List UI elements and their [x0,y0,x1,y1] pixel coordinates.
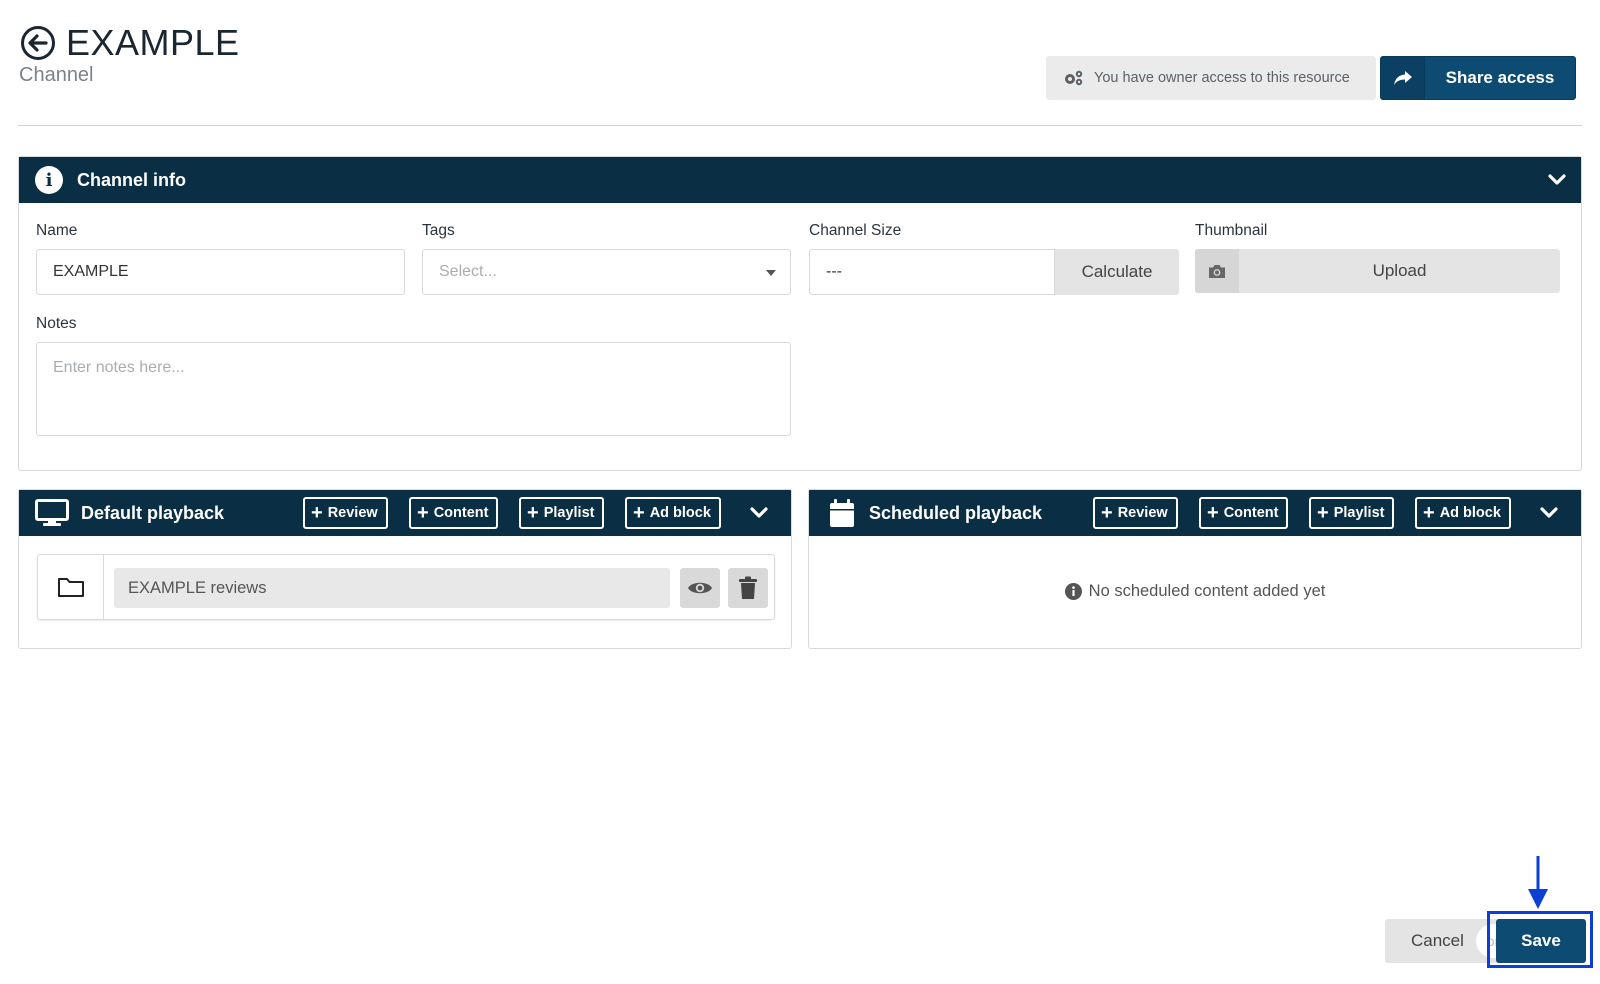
empty-state-message: No scheduled content added yet [809,582,1581,601]
default-add-review-label: Review [327,505,378,521]
plus-icon: + [311,502,323,524]
notes-textarea[interactable]: Enter notes here... [36,342,791,436]
page-title: EXAMPLE [66,22,240,63]
default-add-adblock-button[interactable]: + Ad block [625,497,721,529]
page-header: EXAMPLE Channel You have owner access to… [18,18,1582,126]
delete-button[interactable] [728,568,768,608]
default-playback-panel: Default playback + Review + Content + Pl… [18,489,792,649]
tags-select[interactable]: Select... [422,249,791,295]
title-row: EXAMPLE [20,22,240,64]
name-input-value: EXAMPLE [53,263,129,280]
plus-icon: + [527,502,539,524]
channel-size-input: --- [809,249,1055,295]
chevron-down-icon[interactable] [1539,503,1559,523]
annotation-arrow-icon [1528,856,1548,909]
plus-icon: + [633,502,645,524]
info-circle-icon [1064,583,1082,600]
share-access-button[interactable]: Share access [1380,56,1576,100]
monitor-icon [35,499,69,526]
plus-icon: + [1423,502,1435,524]
plus-icon: + [1317,502,1329,524]
default-add-content-label: Content [433,505,489,521]
scheduled-add-content-button[interactable]: + Content [1199,497,1289,529]
default-add-review-button[interactable]: + Review [303,497,388,529]
tags-placeholder: Select... [439,263,497,280]
upload-label: Upload [1372,261,1427,280]
info-icon: i [35,166,63,194]
plus-icon: + [417,502,429,524]
scheduled-add-adblock-button[interactable]: + Ad block [1415,497,1511,529]
playback-item-name: EXAMPLE reviews [114,568,670,608]
tags-label: Tags [422,222,455,239]
page-subtitle: Channel [19,64,94,86]
preview-button[interactable] [680,568,720,608]
scheduled-add-content-label: Content [1223,505,1279,521]
annotation-highlight-box [1487,911,1593,968]
default-add-content-button[interactable]: + Content [409,497,499,529]
scheduled-add-playlist-button[interactable]: + Playlist [1309,497,1395,529]
default-add-playlist-label: Playlist [543,505,595,521]
caret-down-icon [766,270,776,276]
calendar-icon [830,499,854,527]
channel-info-panel: i Channel info Name EXAMPLE Tags Select.… [18,156,1582,471]
thumbnail-label: Thumbnail [1195,222,1268,239]
cancel-label: Cancel [1411,931,1464,950]
name-input[interactable]: EXAMPLE [36,249,405,295]
folder-icon [38,555,104,619]
scheduled-playback-title: Scheduled playback [869,502,1043,523]
notes-placeholder: Enter notes here... [53,359,185,376]
empty-state-text: No scheduled content added yet [1088,582,1326,600]
back-arrow-icon[interactable] [20,25,56,61]
default-playback-title: Default playback [81,502,225,523]
default-add-playlist-button[interactable]: + Playlist [519,497,605,529]
owner-access-text: You have owner access to this resource [1094,70,1350,86]
share-access-label: Share access [1445,68,1555,87]
chevron-down-icon[interactable] [1547,170,1567,190]
owner-access-badge: You have owner access to this resource [1046,56,1376,100]
trash-icon [739,576,757,599]
channel-size-label: Channel Size [809,222,902,239]
scheduled-playback-panel: Scheduled playback + Review + Content + … [808,489,1582,649]
camera-icon [1195,249,1239,293]
channel-info-header[interactable]: i Channel info [19,157,1581,203]
chevron-down-icon[interactable] [749,503,769,523]
upload-thumbnail-button[interactable]: Upload [1195,249,1560,293]
plus-icon: + [1207,502,1219,524]
notes-label: Notes [36,315,77,332]
name-label: Name [36,222,78,239]
share-icon [1381,57,1425,99]
scheduled-add-adblock-label: Ad block [1439,505,1501,521]
scheduled-add-review-button[interactable]: + Review [1093,497,1178,529]
scheduled-add-playlist-label: Playlist [1333,505,1385,521]
gears-icon [1065,70,1083,86]
default-add-adblock-label: Ad block [649,505,711,521]
plus-icon: + [1101,502,1113,524]
channel-size-value: --- [826,263,842,280]
calculate-label: Calculate [1081,262,1153,281]
playback-list-item: EXAMPLE reviews [37,554,775,620]
calculate-button[interactable]: Calculate [1055,249,1179,295]
channel-info-title: Channel info [77,169,186,190]
eye-icon [688,582,712,594]
scheduled-add-review-label: Review [1117,505,1168,521]
